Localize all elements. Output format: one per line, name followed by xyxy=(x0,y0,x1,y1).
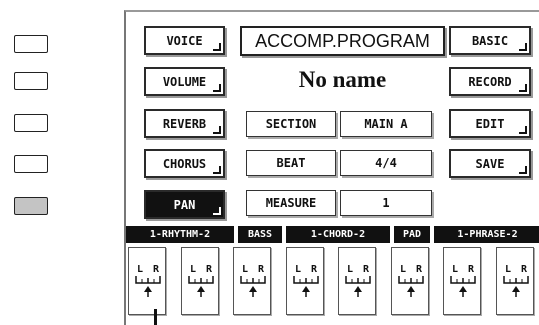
side-button-2[interactable] xyxy=(14,72,48,90)
pan-channel-7[interactable]: LR xyxy=(443,247,481,315)
lcd-screen: VOICE VOLUME REVERB CHORUS PAN ACCOMP.PR… xyxy=(124,10,539,325)
basic-button[interactable]: BASIC xyxy=(449,26,531,55)
side-button-3[interactable] xyxy=(14,114,48,132)
pan-pointer-icon xyxy=(249,286,257,292)
pan-pointer-icon xyxy=(144,286,152,292)
side-button-4[interactable] xyxy=(14,155,48,173)
pan-right-label: R xyxy=(153,264,160,275)
pan-pointer-icon xyxy=(196,286,205,292)
pan-channel-4[interactable]: LR xyxy=(285,247,324,315)
part-bar: 1-RHYTHM-2 BASS 1-CHORD-2 PAD 1-PHRASE-2 xyxy=(126,226,539,244)
pan-pointer-icon xyxy=(406,286,415,292)
pan-left-label: L xyxy=(295,264,301,275)
record-button[interactable]: RECORD xyxy=(449,67,531,96)
pan-left-label: L xyxy=(347,264,353,275)
pan-left-label: L xyxy=(452,264,458,275)
part-label-phrase: 1-PHRASE-2 xyxy=(434,226,539,243)
chorus-button[interactable]: CHORUS xyxy=(144,149,225,178)
section-label: SECTION xyxy=(246,111,336,137)
pan-right-label: R xyxy=(521,264,528,275)
accomp-program-title: ACCOMP.PROGRAM xyxy=(240,26,445,56)
pan-left-label: L xyxy=(242,264,248,275)
section-value[interactable]: MAIN A xyxy=(340,111,432,137)
text-cursor xyxy=(154,309,157,325)
pan-channel-8[interactable]: LR xyxy=(495,247,534,315)
measure-label: MEASURE xyxy=(246,190,336,216)
pan-channel-1[interactable]: LR xyxy=(128,247,166,315)
beat-label: BEAT xyxy=(246,150,336,176)
pan-channel-5[interactable]: LR xyxy=(338,247,376,315)
song-name: No name xyxy=(298,67,387,92)
pan-channel-3[interactable]: LR xyxy=(233,247,271,315)
beat-value[interactable]: 4/4 xyxy=(340,150,432,176)
voice-button[interactable]: VOICE xyxy=(144,26,225,55)
pan-right-label: R xyxy=(258,264,265,275)
save-button[interactable]: SAVE xyxy=(449,149,531,178)
part-label-pad: PAD xyxy=(394,226,430,243)
edit-button[interactable]: EDIT xyxy=(449,109,531,138)
pan-right-label: R xyxy=(468,264,475,275)
pan-left-label: L xyxy=(190,264,196,275)
reverb-button[interactable]: REVERB xyxy=(144,109,225,138)
part-label-rhythm: 1-RHYTHM-2 xyxy=(126,226,234,243)
pan-pointer-icon xyxy=(301,286,310,292)
pan-pointer-icon xyxy=(459,286,467,292)
volume-button[interactable]: VOLUME xyxy=(144,67,225,96)
pan-right-label: R xyxy=(416,264,423,275)
part-label-bass: BASS xyxy=(238,226,282,243)
pan-right-label: R xyxy=(206,264,213,275)
measure-value[interactable]: 1 xyxy=(340,190,432,216)
pan-pointer-icon xyxy=(511,286,520,292)
pan-channel-6[interactable]: LR xyxy=(390,247,429,315)
pan-right-label: R xyxy=(363,264,370,275)
side-button-1[interactable] xyxy=(14,35,48,53)
pan-pointer-icon xyxy=(354,286,362,292)
part-label-chord: 1-CHORD-2 xyxy=(286,226,390,243)
pan-channel-2[interactable]: LR xyxy=(180,247,219,315)
side-button-5[interactable] xyxy=(14,197,48,215)
pan-button[interactable]: PAN xyxy=(144,190,225,219)
pan-left-label: L xyxy=(505,264,511,275)
pan-left-label: L xyxy=(137,264,143,275)
pan-left-label: L xyxy=(400,264,406,275)
pan-right-label: R xyxy=(311,264,318,275)
